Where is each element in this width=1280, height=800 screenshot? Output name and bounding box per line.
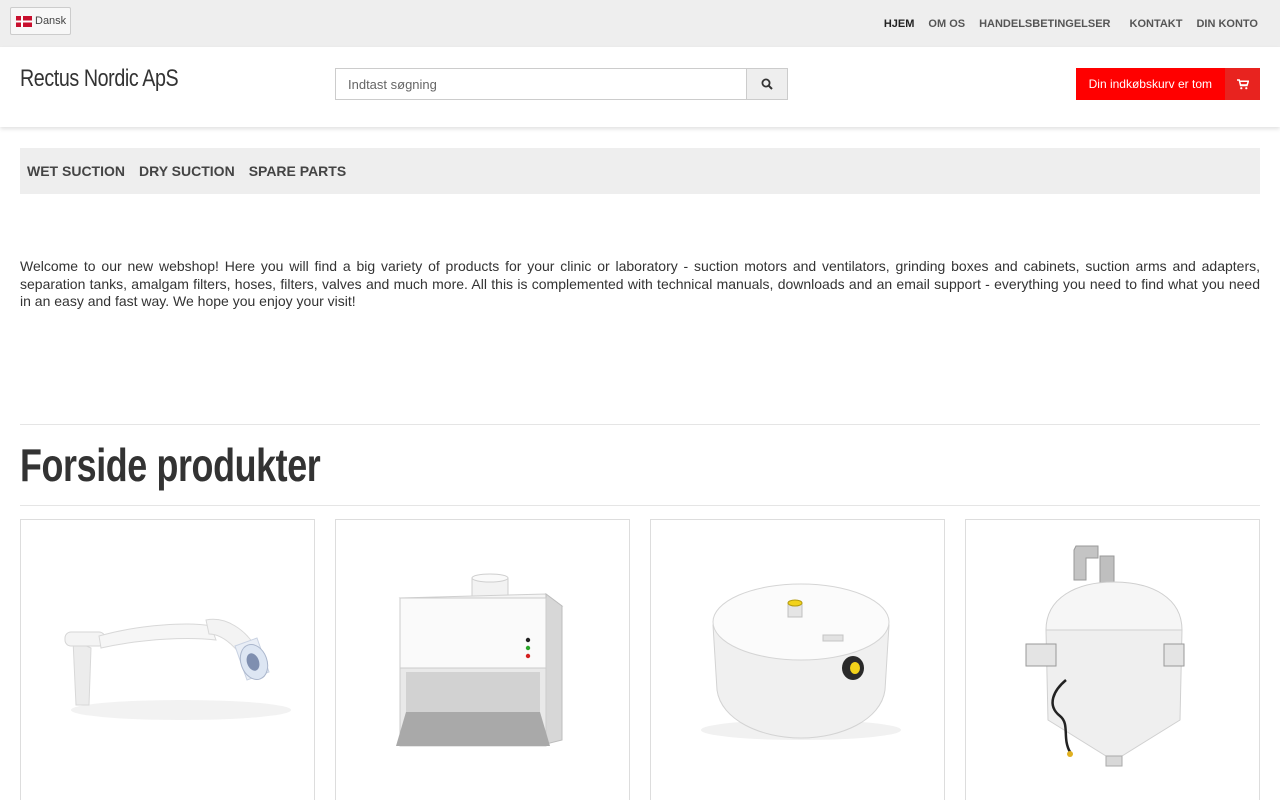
category-navigation: WET SUCTION DRY SUCTION SPARE PARTS <box>20 148 1260 194</box>
site-logo[interactable]: Rectus Nordic ApS <box>20 65 179 93</box>
welcome-text: Welcome to our new webshop! Here you wil… <box>20 258 1260 309</box>
top-bar: Dansk HJEM OM OS HANDELSBETINGELSER KONT… <box>0 0 1280 47</box>
nav-about[interactable]: OM OS <box>928 18 965 30</box>
site-header: Rectus Nordic ApS Din indkøbskurv er tom <box>0 47 1280 127</box>
divider <box>20 505 1260 506</box>
cart-icon <box>1225 68 1260 100</box>
nav-terms[interactable]: HANDELSBETINGELSER <box>979 18 1110 30</box>
product-card[interactable] <box>965 519 1260 800</box>
product-card[interactable] <box>20 519 315 800</box>
category-dry-suction[interactable]: DRY SUCTION <box>139 163 235 179</box>
suction-arm-image <box>64 618 291 720</box>
cart-label: Din indkøbskurv er tom <box>1075 68 1225 100</box>
danish-flag-icon <box>16 15 32 27</box>
search-bar <box>335 68 788 100</box>
language-selector[interactable]: Dansk <box>10 7 71 35</box>
nav-account[interactable]: DIN KONTO <box>1196 18 1258 30</box>
category-spare-parts[interactable]: SPARE PARTS <box>249 163 347 179</box>
search-button[interactable] <box>746 68 788 100</box>
product-card[interactable] <box>650 519 945 800</box>
product-card[interactable] <box>335 519 630 800</box>
separation-tank-image <box>701 583 901 740</box>
language-label: Dansk <box>35 15 67 27</box>
top-navigation: HJEM OM OS HANDELSBETINGELSER KONTAKT DI… <box>870 0 1258 47</box>
cart-button[interactable]: Din indkøbskurv er tom <box>1075 68 1260 100</box>
nav-contact[interactable]: KONTAKT <box>1130 18 1183 30</box>
search-input[interactable] <box>335 68 746 100</box>
section-title: Forside produkter <box>20 439 321 491</box>
grinding-cabinet-image <box>396 573 564 747</box>
nav-home[interactable]: HJEM <box>884 18 915 30</box>
divider <box>20 424 1260 425</box>
category-wet-suction[interactable]: WET SUCTION <box>27 163 125 179</box>
search-icon <box>761 78 773 90</box>
cyclone-separator-image <box>1025 545 1185 767</box>
